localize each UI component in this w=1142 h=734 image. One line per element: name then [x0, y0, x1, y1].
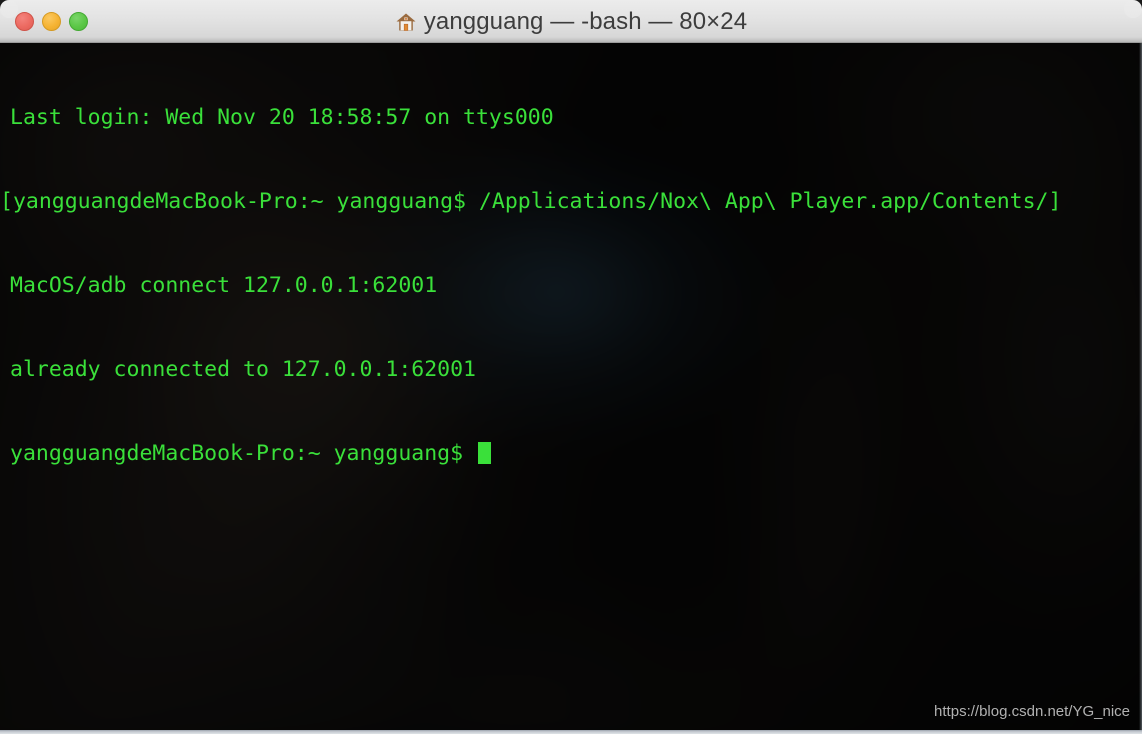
watermark-text: https://blog.csdn.net/YG_nice: [934, 703, 1130, 720]
window-title-block: yangguang — -bash — 80×24: [0, 0, 1142, 43]
terminal-cursor: [478, 442, 491, 464]
home-icon: [395, 11, 417, 33]
terminal-line: already connected to 127.0.0.1:62001: [10, 357, 476, 382]
terminal-window: yangguang — -bash — 80×24 Last login: We…: [0, 0, 1142, 734]
window-controls: [15, 12, 88, 31]
terminal-body[interactable]: Last login: Wed Nov 20 18:58:57 on ttys0…: [0, 43, 1142, 730]
terminal-line: [yangguangdeMacBook-Pro:~ yangguang$ /Ap…: [0, 189, 1062, 214]
terminal-screen[interactable]: Last login: Wed Nov 20 18:58:57 on ttys0…: [0, 43, 1142, 730]
terminal-prompt: yangguangdeMacBook-Pro:~ yangguang$: [10, 441, 476, 466]
close-button[interactable]: [15, 12, 34, 31]
titlebar-corner-right: [1124, 0, 1142, 18]
window-title: yangguang — -bash — 80×24: [423, 7, 748, 35]
terminal-prompt-line: yangguangdeMacBook-Pro:~ yangguang$: [0, 440, 1142, 468]
maximize-button[interactable]: [69, 12, 88, 31]
titlebar-corner-left: [0, 0, 18, 18]
terminal-line: MacOS/adb connect 127.0.0.1:62001: [10, 273, 438, 298]
desktop-bottom-strip: [0, 730, 1142, 734]
terminal-line: Last login: Wed Nov 20 18:58:57 on ttys0…: [10, 105, 554, 130]
minimize-button[interactable]: [42, 12, 61, 31]
window-titlebar[interactable]: yangguang — -bash — 80×24: [0, 0, 1142, 43]
